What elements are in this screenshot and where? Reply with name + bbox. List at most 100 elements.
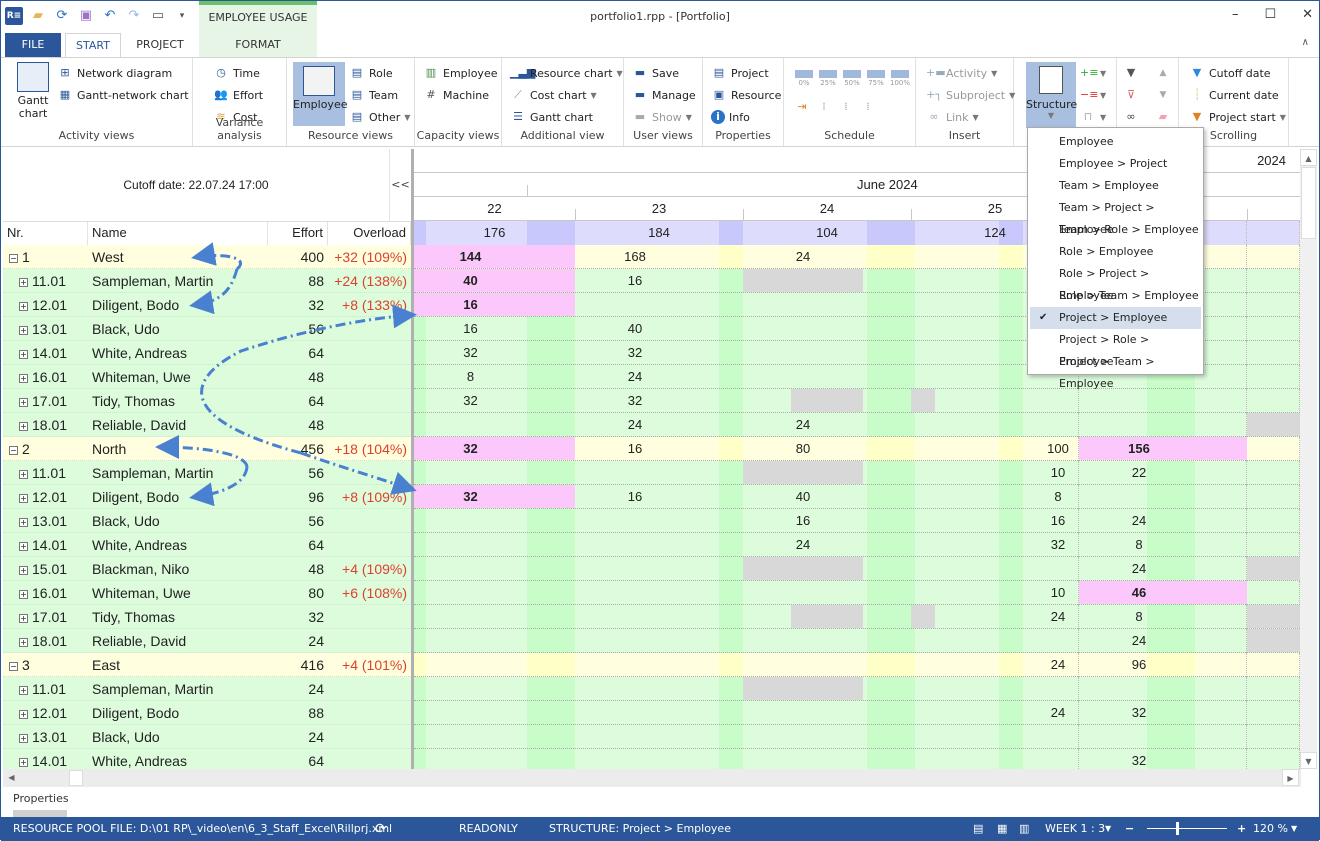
table-row[interactable]: +17.01 Tidy, Thomas 64 — [3, 389, 411, 413]
structure-menu-item[interactable]: Project > Role > Employee — [1030, 329, 1201, 368]
expand-icon[interactable]: + — [19, 301, 28, 311]
usage-cell[interactable]: 32 — [1037, 533, 1079, 557]
expand-icon[interactable]: + — [19, 589, 28, 599]
usage-cell[interactable]: 24 — [575, 365, 695, 389]
collapse-all-button[interactable]: −≡ ▼ — [1080, 85, 1106, 105]
expand-all-button[interactable]: +≡ ▼ — [1080, 63, 1106, 83]
table-row[interactable]: +13.01 Black, Udo 56 — [3, 509, 411, 533]
view-table-icon[interactable]: ▦ — [997, 817, 1007, 841]
table-row[interactable]: +18.01 Reliable, David 24 — [3, 629, 411, 653]
resource-chart-button[interactable]: ▁▃▆ Resource chart ▼ — [510, 63, 623, 83]
employee-view-button[interactable]: Employee — [293, 62, 347, 126]
zoom-dropdown-icon[interactable]: ▼ — [1291, 817, 1297, 841]
collapse-table-button[interactable]: << — [389, 149, 411, 221]
table-row[interactable]: +16.01 Whiteman, Uwe 48 — [3, 365, 411, 389]
table-row[interactable]: +12.01 Diligent, Bodo 32 +8 (133%) — [3, 293, 411, 317]
vertical-scroll-thumb[interactable] — [1301, 167, 1316, 239]
progress-button[interactable]: 50% — [842, 70, 862, 87]
cost-chart-button[interactable]: ⟋ Cost chart ▼ — [510, 85, 597, 105]
team-view-button[interactable]: ▤ Team — [349, 85, 398, 105]
insert-subproject-button[interactable]: +┐ Subproject ▼ — [926, 85, 1015, 105]
zoom-out-button[interactable]: − — [1125, 817, 1134, 841]
collapse-icon[interactable]: − — [9, 253, 18, 263]
structure-menu-item[interactable]: Role > Project > Employee — [1030, 263, 1201, 302]
find-button[interactable]: ∞ — [1123, 107, 1139, 127]
group-row[interactable]: −3 East 416 +4 (101%) — [3, 653, 411, 677]
expand-icon[interactable]: + — [19, 517, 28, 527]
scroll-right-arrow-icon[interactable]: ▶ — [1282, 769, 1299, 786]
usage-cell[interactable]: 144 — [414, 245, 527, 269]
usage-cell[interactable]: 40 — [414, 269, 527, 293]
expand-icon[interactable]: + — [19, 613, 28, 623]
expand-icon[interactable]: + — [19, 325, 28, 335]
usage-cell[interactable]: 32 — [1079, 749, 1199, 769]
insert-activity-button[interactable]: +▬ Activity ▼ — [926, 63, 997, 83]
column-header-effort[interactable]: Effort — [268, 222, 328, 246]
usage-cell[interactable]: 24 — [1079, 509, 1199, 533]
structure-menu-item[interactable]: Project > Team > Employee — [1030, 351, 1201, 390]
usage-cell[interactable]: 16 — [414, 293, 527, 317]
save-view-button[interactable]: ▬ Save — [632, 63, 679, 83]
eraser-button[interactable]: ▰ — [1155, 107, 1171, 127]
project-start-button[interactable]: ▼ Project start ▼ — [1189, 107, 1286, 127]
scroll-down-button[interactable]: ▼ — [1155, 85, 1171, 105]
clear-filter-button[interactable]: ⊽ — [1123, 85, 1139, 105]
indent-button[interactable]: ⊓ ▼ — [1080, 107, 1106, 127]
structure-button[interactable]: Structure ▼ — [1026, 62, 1077, 128]
scroll-up-button[interactable]: ▲ — [1155, 63, 1171, 83]
usage-cell[interactable]: 40 — [575, 317, 695, 341]
table-row[interactable]: +16.01 Whiteman, Uwe 80 +6 (108%) — [3, 581, 411, 605]
table-row[interactable]: +11.01 Sampleman, Martin 24 — [3, 677, 411, 701]
time-button[interactable]: ◷ Time — [213, 63, 260, 83]
resource-properties-button[interactable]: ▣ Resource — [711, 85, 782, 105]
role-view-button[interactable]: ▤ Role — [349, 63, 393, 83]
expand-icon[interactable]: + — [19, 421, 28, 431]
usage-cell[interactable]: 8 — [1079, 605, 1199, 629]
table-row[interactable]: +17.01 Tidy, Thomas 32 — [3, 605, 411, 629]
column-header-overload[interactable]: Overload — [328, 222, 411, 246]
usage-cell[interactable]: 32 — [1079, 701, 1199, 725]
collapse-ribbon-icon[interactable]: ∧ — [1302, 37, 1309, 48]
structure-menu-item[interactable]: Employee > Project — [1030, 153, 1201, 175]
usage-cell[interactable]: 24 — [743, 413, 863, 437]
info-button[interactable]: i Info — [711, 107, 750, 127]
filter-button[interactable]: ▼ — [1123, 63, 1139, 83]
progress-button[interactable]: 75% — [866, 70, 886, 87]
structure-menu-item[interactable]: Team > Employee — [1030, 175, 1201, 197]
usage-cell[interactable]: 24 — [743, 245, 863, 269]
usage-cell[interactable]: 16 — [414, 317, 527, 341]
usage-cell[interactable]: 16 — [575, 437, 695, 461]
usage-cell[interactable]: 96 — [1079, 653, 1199, 677]
expand-icon[interactable]: + — [19, 469, 28, 479]
usage-cell[interactable]: 16 — [575, 485, 695, 509]
table-row[interactable]: +14.01 White, Andreas 64 — [3, 341, 411, 365]
expand-icon[interactable]: + — [19, 493, 28, 503]
structure-menu-item[interactable]: Role > Team > Employee — [1030, 285, 1201, 307]
capacity-employee-button[interactable]: ▥ Employee — [423, 63, 498, 83]
tab-file[interactable]: FILE — [5, 33, 61, 57]
gantt-chart-button[interactable]: Gantt chart — [13, 62, 53, 120]
usage-cell[interactable]: 32 — [414, 485, 527, 509]
group-row[interactable]: −2 North 456 +18 (104%) — [3, 437, 411, 461]
usage-cell[interactable]: 8 — [1037, 485, 1079, 509]
usage-cell[interactable]: 16 — [1037, 509, 1079, 533]
usage-cell[interactable]: 156 — [1079, 437, 1199, 461]
structure-menu-item[interactable]: Team > Role > Employee — [1030, 219, 1201, 241]
expand-icon[interactable]: + — [19, 541, 28, 551]
table-row[interactable]: +15.01 Blackman, Niko 48 +4 (109%) — [3, 557, 411, 581]
minimize-button[interactable]: – — [1232, 7, 1239, 22]
table-row[interactable]: +14.01 White, Andreas 64 — [3, 533, 411, 557]
collapse-icon[interactable]: − — [9, 445, 18, 455]
expand-icon[interactable]: + — [19, 637, 28, 647]
cutoff-date-button[interactable]: ▼ Cutoff date — [1189, 63, 1271, 83]
progress-button[interactable]: 25% — [818, 70, 838, 87]
zoom-slider[interactable] — [1147, 828, 1227, 829]
expand-icon[interactable]: + — [19, 685, 28, 695]
view-chart-icon[interactable]: ▥ — [1019, 817, 1029, 841]
effort-button[interactable]: 👥 Effort — [213, 85, 263, 105]
expand-icon[interactable]: + — [19, 565, 28, 575]
view-normal-icon[interactable]: ▤ — [973, 817, 983, 841]
structure-menu-item[interactable]: Role > Employee — [1030, 241, 1201, 263]
expand-icon[interactable]: + — [19, 277, 28, 287]
usage-cell[interactable]: 16 — [575, 269, 695, 293]
